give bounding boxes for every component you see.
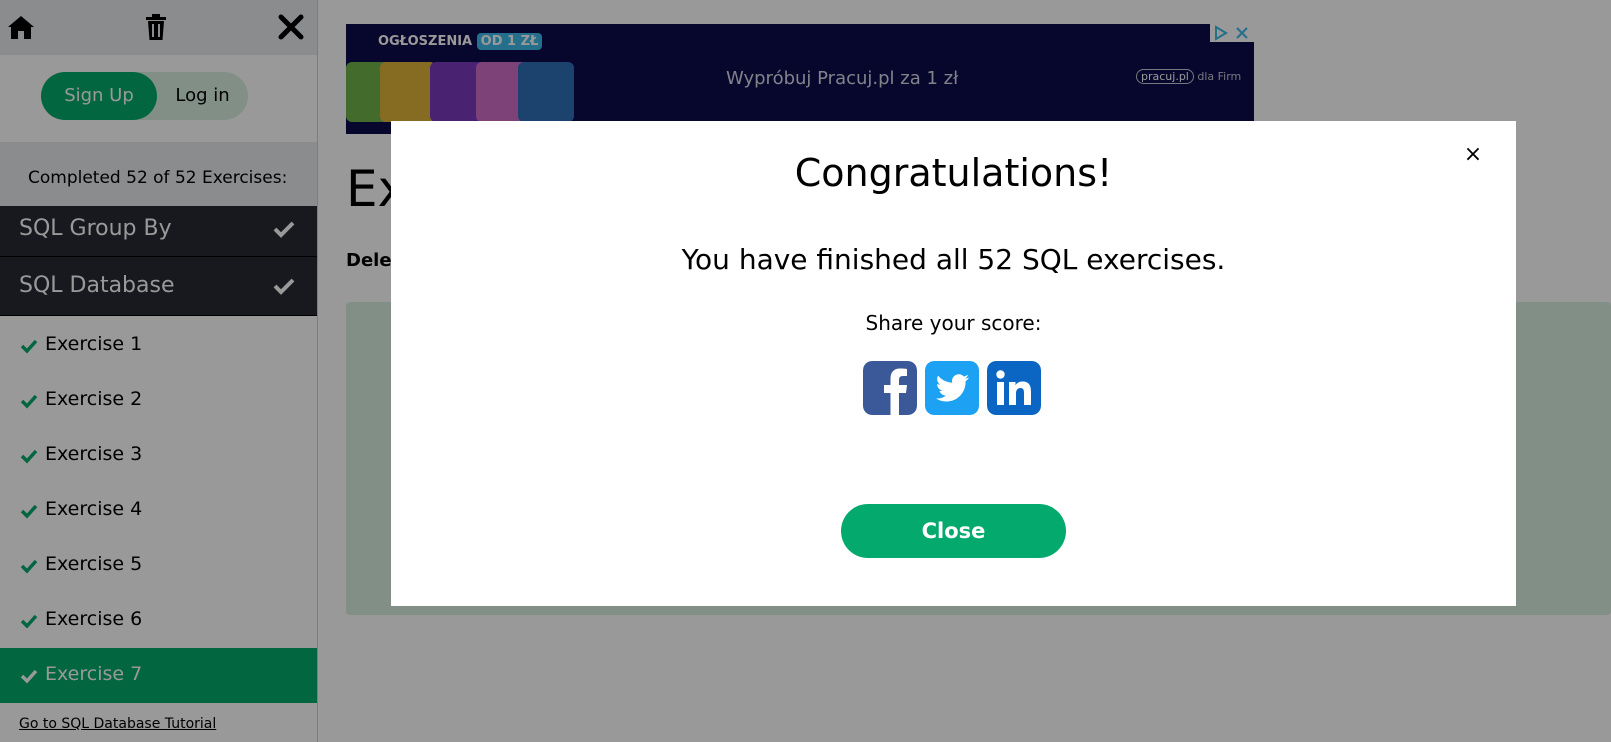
close-button[interactable]: Close <box>841 504 1066 558</box>
modal-message: You have finished all 52 SQL exercises. <box>681 243 1226 276</box>
share-label: Share your score: <box>865 311 1042 335</box>
congratulations-modal: × Congratulations! You have finished all… <box>391 121 1516 606</box>
linkedin-icon[interactable] <box>987 361 1041 415</box>
facebook-icon[interactable] <box>863 361 917 415</box>
twitter-icon[interactable] <box>925 361 979 415</box>
modal-title: Congratulations! <box>794 151 1113 195</box>
